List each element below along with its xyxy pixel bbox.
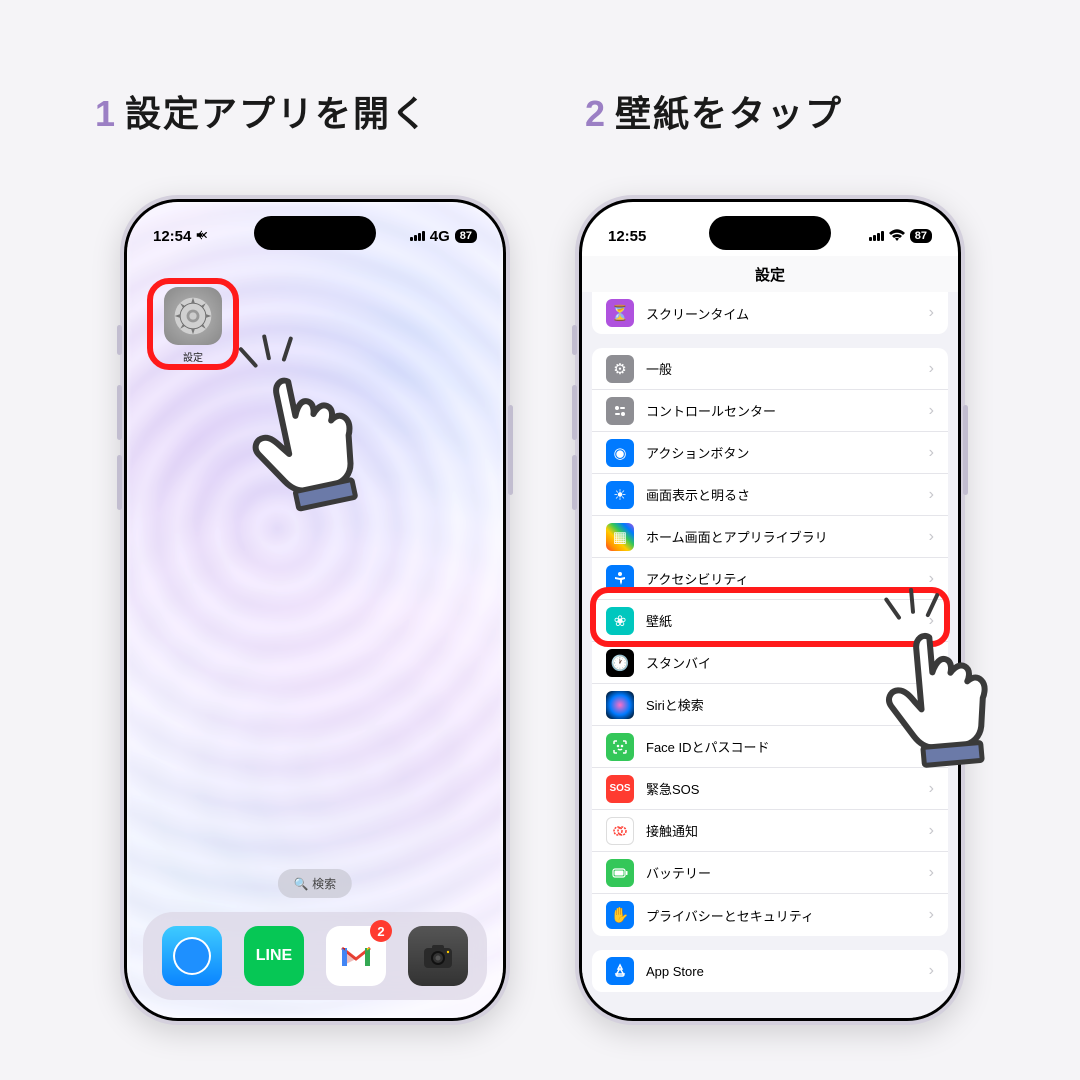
chevron-right-icon: › <box>929 528 934 546</box>
tap-cursor-icon <box>862 592 1057 787</box>
gmail-app-icon[interactable]: 2 <box>326 926 386 986</box>
settings-row-screentime[interactable]: ⏳ スクリーンタイム › <box>592 292 948 334</box>
settings-row-exposure[interactable]: 接触通知 › <box>592 810 948 852</box>
chevron-right-icon: › <box>929 304 934 322</box>
row-label: ホーム画面とアプリライブラリ <box>646 527 929 546</box>
row-label: App Store <box>646 964 929 979</box>
phone-side-button <box>117 325 122 355</box>
dynamic-island <box>254 216 376 250</box>
search-icon: 🔍 <box>294 877 312 891</box>
settings-row-battery[interactable]: バッテリー › <box>592 852 948 894</box>
settings-row-controlcenter[interactable]: コントロールセンター › <box>592 390 948 432</box>
brightness-icon: ☀ <box>606 481 634 509</box>
camera-app-icon[interactable] <box>408 926 468 986</box>
chevron-right-icon: › <box>929 864 934 882</box>
search-label: 検索 <box>312 877 336 891</box>
row-label: 画面表示と明るさ <box>646 485 929 504</box>
phone-side-button <box>572 325 577 355</box>
battery-badge: 87 <box>910 229 932 243</box>
settings-row-accessibility[interactable]: アクセシビリティ › <box>592 558 948 600</box>
tap-cursor-icon <box>218 323 431 536</box>
faceid-icon <box>606 733 634 761</box>
action-icon: ◉ <box>606 439 634 467</box>
accessibility-icon <box>606 565 634 593</box>
step-2-text: 壁紙をタップ <box>615 93 843 134</box>
chevron-right-icon: › <box>929 360 934 378</box>
status-time: 12:55 <box>608 228 646 245</box>
chevron-right-icon: › <box>929 402 934 420</box>
grid-icon: ▦ <box>606 523 634 551</box>
phone-volume-down <box>572 455 577 510</box>
sos-icon: SOS <box>606 775 634 803</box>
step-1-number: 1 <box>95 93 117 134</box>
battery-icon <box>606 859 634 887</box>
hand-icon: ✋ <box>606 901 634 929</box>
phone-volume-up <box>117 385 122 440</box>
gmail-badge: 2 <box>370 920 392 942</box>
row-label: 接触通知 <box>646 821 929 840</box>
settings-row-privacy[interactable]: ✋ プライバシーとセキュリティ › <box>592 894 948 936</box>
chevron-right-icon: › <box>929 822 934 840</box>
gear-icon: ⚙ <box>606 355 634 383</box>
row-label: コントロールセンター <box>646 401 929 420</box>
spotlight-search[interactable]: 🔍 検索 <box>278 869 352 898</box>
phone-volume-down <box>117 455 122 510</box>
row-label: アクションボタン <box>646 443 929 462</box>
phone-volume-up <box>572 385 577 440</box>
mute-icon <box>195 228 209 245</box>
flower-icon: ❀ <box>606 607 634 635</box>
signal-icon <box>869 231 884 241</box>
settings-row-homescreen[interactable]: ▦ ホーム画面とアプリライブラリ › <box>592 516 948 558</box>
dynamic-island <box>709 216 831 250</box>
step-2-title: 2壁紙をタップ <box>585 85 843 137</box>
battery-badge: 87 <box>455 229 477 243</box>
row-label: プライバシーとセキュリティ <box>646 906 929 925</box>
screentime-icon: ⏳ <box>606 299 634 327</box>
line-label: LINE <box>256 947 292 965</box>
exposure-icon <box>606 817 634 845</box>
chevron-right-icon: › <box>929 444 934 462</box>
signal-icon <box>410 231 425 241</box>
safari-app-icon[interactable] <box>162 926 222 986</box>
settings-row-general[interactable]: ⚙ 一般 › <box>592 348 948 390</box>
row-label: バッテリー <box>646 863 929 882</box>
chevron-right-icon: › <box>929 962 934 980</box>
phone-power-button <box>963 405 968 495</box>
wifi-icon <box>889 228 905 244</box>
settings-row-appstore[interactable]: App Store › <box>592 950 948 992</box>
network-label: 4G <box>430 228 450 245</box>
row-label: アクセシビリティ <box>646 569 929 588</box>
line-app-icon[interactable]: LINE <box>244 926 304 986</box>
siri-icon <box>606 691 634 719</box>
phone-power-button <box>508 405 513 495</box>
dock: LINE 2 <box>143 912 487 1000</box>
chevron-right-icon: › <box>929 906 934 924</box>
settings-row-actionbutton[interactable]: ◉ アクションボタン › <box>592 432 948 474</box>
row-label: スクリーンタイム <box>646 304 929 323</box>
chevron-right-icon: › <box>929 570 934 588</box>
step-1-text: 設定アプリを開く <box>125 93 429 134</box>
row-label: 一般 <box>646 359 929 378</box>
appstore-icon <box>606 957 634 985</box>
clock-icon: 🕐 <box>606 649 634 677</box>
toggles-icon <box>606 397 634 425</box>
status-time: 12:54 <box>153 228 191 245</box>
phone-mockup-1: 12:54 4G 87 設定 🔍 検索 <box>120 195 510 1025</box>
step-1-title: 1設定アプリを開く <box>95 85 429 137</box>
step-2-number: 2 <box>585 93 607 134</box>
highlight-settings-app <box>147 278 239 370</box>
nav-title: 設定 <box>582 256 958 292</box>
chevron-right-icon: › <box>929 486 934 504</box>
settings-row-display[interactable]: ☀ 画面表示と明るさ › <box>592 474 948 516</box>
